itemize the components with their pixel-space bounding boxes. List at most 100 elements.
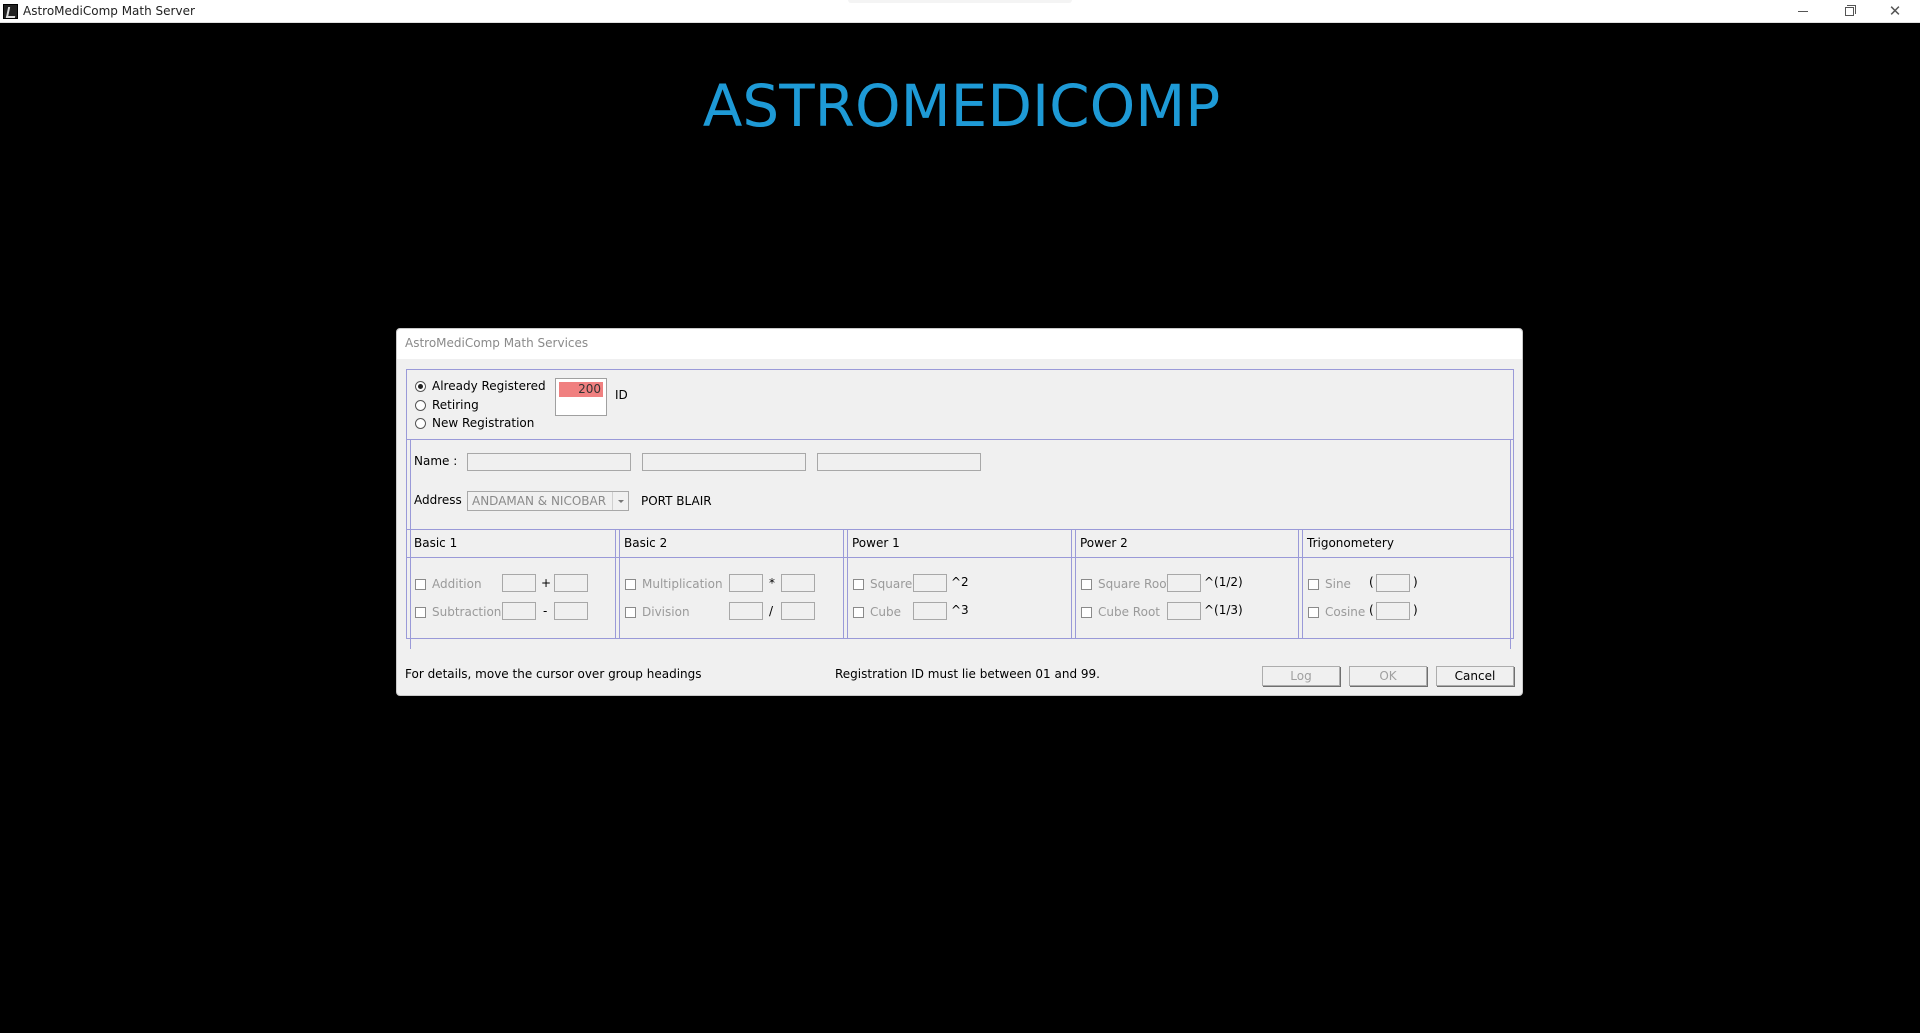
op-label: Division xyxy=(642,605,690,619)
multiplication-symbol: * xyxy=(769,576,775,590)
window-titlebar: AstroMediComp Math Server ✕ xyxy=(0,0,1920,23)
cube-root-symbol: ^(1/3) xyxy=(1204,603,1243,617)
multiplication-operand-2[interactable] xyxy=(781,574,815,592)
sine-close-paren: ) xyxy=(1413,575,1418,589)
radio-icon xyxy=(415,399,426,411)
subtraction-checkbox[interactable]: Subtraction xyxy=(415,603,501,621)
cosine-close-paren: ) xyxy=(1413,603,1418,617)
cube-root-operand[interactable] xyxy=(1167,602,1201,620)
square-root-operand[interactable] xyxy=(1167,574,1201,592)
op-label: Cube xyxy=(870,605,901,619)
op-label: Cube Root xyxy=(1098,605,1160,619)
cube-operand[interactable] xyxy=(913,602,947,620)
banner-title: ASTROMEDICOMP xyxy=(702,72,1221,140)
divider xyxy=(1075,529,1076,639)
close-button[interactable]: ✕ xyxy=(1872,0,1918,22)
log-button[interactable]: Log xyxy=(1262,666,1340,686)
sine-operand[interactable] xyxy=(1376,574,1410,592)
sine-checkbox[interactable]: Sine xyxy=(1308,575,1351,593)
cosine-checkbox[interactable]: Cosine xyxy=(1308,603,1365,621)
state-dropdown[interactable]: ANDAMAN & NICOBAR xyxy=(467,491,629,511)
op-label: Addition xyxy=(432,577,482,591)
checkbox-icon xyxy=(853,578,864,590)
square-root-checkbox[interactable]: Square Root xyxy=(1081,575,1171,593)
radio-label: New Registration xyxy=(432,416,535,430)
restore-button[interactable] xyxy=(1826,0,1872,22)
op-label: Subtraction xyxy=(432,605,502,619)
radio-retiring[interactable]: Retiring xyxy=(415,397,479,413)
dialog-header: AstroMediComp Math Services xyxy=(397,329,1522,359)
checkbox-icon xyxy=(415,606,426,618)
checkbox-icon xyxy=(853,606,864,618)
square-checkbox[interactable]: Square xyxy=(853,575,912,593)
group-heading-power2[interactable]: Power 2 xyxy=(1080,536,1128,550)
group-heading-power1[interactable]: Power 1 xyxy=(852,536,900,550)
radio-label: Already Registered xyxy=(432,379,546,393)
checkbox-icon xyxy=(1308,578,1319,590)
radio-new-registration[interactable]: New Registration xyxy=(415,415,534,431)
addition-operand-2[interactable] xyxy=(554,574,588,592)
subtraction-operand-1[interactable] xyxy=(502,602,536,620)
divider xyxy=(406,529,1514,530)
cancel-button[interactable]: Cancel xyxy=(1436,666,1514,686)
radio-label: Retiring xyxy=(432,398,479,412)
checkbox-icon xyxy=(415,578,426,590)
radio-icon xyxy=(415,380,426,392)
sine-open-paren: ( xyxy=(1369,575,1374,589)
op-label: Sine xyxy=(1325,577,1351,591)
multiplication-operand-1[interactable] xyxy=(729,574,763,592)
divider xyxy=(1510,439,1511,649)
divider xyxy=(843,529,844,639)
multiplication-checkbox[interactable]: Multiplication xyxy=(625,575,723,593)
registration-id-input[interactable]: 200 xyxy=(555,378,607,416)
cosine-operand[interactable] xyxy=(1376,602,1410,620)
checkbox-icon xyxy=(1308,606,1319,618)
titlebar-drag-hint xyxy=(848,0,1072,3)
status-message: Registration ID must lie between 01 and … xyxy=(835,667,1100,681)
op-label: Multiplication xyxy=(642,577,723,591)
minimize-icon xyxy=(1798,10,1808,12)
state-value: ANDAMAN & NICOBAR xyxy=(472,494,607,508)
division-symbol: / xyxy=(769,604,774,618)
square-root-symbol: ^(1/2) xyxy=(1204,575,1243,589)
addition-operand-1[interactable] xyxy=(502,574,536,592)
registration-id-value: 200 xyxy=(559,382,603,397)
subtraction-operand-2[interactable] xyxy=(554,602,588,620)
cube-symbol: ^3 xyxy=(951,603,969,617)
city-value: PORT BLAIR xyxy=(641,494,712,508)
group-heading-trigonometry[interactable]: Trigonometery xyxy=(1307,536,1394,550)
group-heading-basic2[interactable]: Basic 2 xyxy=(624,536,667,550)
division-checkbox[interactable]: Division xyxy=(625,603,690,621)
ok-button[interactable]: OK xyxy=(1349,666,1427,686)
window-title: AstroMediComp Math Server xyxy=(23,4,195,18)
first-name-field[interactable] xyxy=(467,453,631,471)
divider xyxy=(1302,529,1303,639)
square-operand[interactable] xyxy=(913,574,947,592)
division-operand-1[interactable] xyxy=(729,602,763,620)
app-icon xyxy=(3,4,18,19)
address-label: Address : xyxy=(414,493,470,507)
cube-root-checkbox[interactable]: Cube Root xyxy=(1081,603,1160,621)
addition-checkbox[interactable]: Addition xyxy=(415,575,482,593)
divider xyxy=(615,529,616,639)
divider xyxy=(1298,529,1299,639)
divider xyxy=(1071,529,1072,639)
checkbox-icon xyxy=(1081,578,1092,590)
middle-name-field[interactable] xyxy=(642,453,806,471)
restore-icon xyxy=(1844,4,1856,16)
divider xyxy=(410,439,411,649)
radio-already-registered[interactable]: Already Registered xyxy=(415,378,546,394)
group-heading-basic1[interactable]: Basic 1 xyxy=(414,536,457,550)
minimize-button[interactable] xyxy=(1780,0,1826,22)
square-symbol: ^2 xyxy=(951,575,969,589)
divider xyxy=(406,439,1514,440)
cube-checkbox[interactable]: Cube xyxy=(853,603,901,621)
math-services-dialog: AstroMediComp Math Services Already Regi… xyxy=(396,328,1523,696)
addition-symbol: + xyxy=(541,576,552,590)
last-name-field[interactable] xyxy=(817,453,981,471)
chevron-down-icon xyxy=(612,492,628,510)
op-label: Cosine xyxy=(1325,605,1366,619)
division-operand-2[interactable] xyxy=(781,602,815,620)
checkbox-icon xyxy=(625,606,636,618)
divider xyxy=(847,529,848,639)
